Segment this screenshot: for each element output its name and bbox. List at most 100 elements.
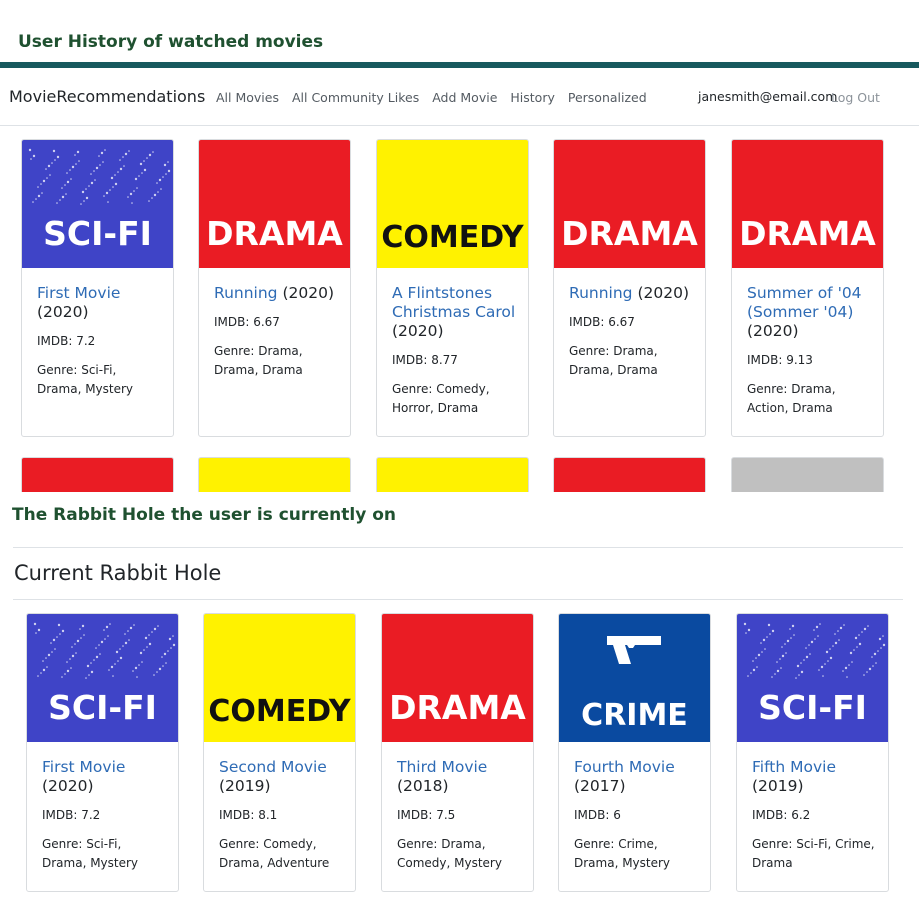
imdb-rating: IMDB: 6.67	[569, 315, 635, 329]
navbar: MovieRecommendations All Movies All Comm…	[0, 68, 919, 126]
movie-year: (2020)	[37, 303, 89, 321]
section-divider	[13, 547, 903, 548]
genre-poster-label: DRAMA	[206, 214, 343, 253]
genre-list: Genre: Sci-Fi, Crime, Drama	[752, 837, 875, 870]
genre-poster[interactable]: DRAMA	[382, 614, 533, 742]
history-movie-card: DRAMA Running (2020) IMDB: 6.67 Genre: Dram…	[198, 139, 351, 437]
history-movie-card: DRAMA Running (2020) IMDB: 6.67 Genre: Dram…	[553, 139, 706, 437]
movie-title: Third Movie (2018)	[397, 758, 521, 796]
card-body: First Movie (2020) IMDB: 7.2 Genre: Sci-Fi…	[27, 742, 178, 883]
genre-poster[interactable]: DRAMA	[554, 140, 705, 268]
movie-title: Running (2020)	[569, 284, 693, 303]
genre-poster-label: SCI-FI	[48, 688, 157, 727]
nav-all-movies[interactable]: All Movies	[216, 90, 279, 105]
history-movie-card: COMEDY A Flintstones Christmas Carol (202…	[376, 139, 529, 437]
imdb-rating: IMDB: 8.77	[392, 353, 458, 367]
movie-year: (2018)	[397, 777, 449, 795]
nav-add-movie[interactable]: Add Movie	[432, 90, 497, 105]
rabbit-hole-movie-card: SCI-FI First Movie (2020) IMDB: 7.2 Genre: …	[26, 613, 179, 892]
movie-title-link[interactable]: Fifth Movie	[752, 758, 836, 776]
history-card-image-partial[interactable]	[731, 457, 884, 493]
genre-poster-label: COMEDY	[208, 694, 351, 729]
history-card-image-partial[interactable]	[553, 457, 706, 493]
card-body: Running (2020) IMDB: 6.67 Genre: Drama, Dr…	[199, 268, 350, 390]
genre-poster[interactable]: DRAMA	[732, 140, 883, 268]
genre-poster-label: SCI-FI	[43, 214, 152, 253]
genre-list: Genre: Comedy, Drama, Adventure	[219, 837, 330, 870]
rabbit-hole-movie-card: CRIME Fourth Movie (2017) IMDB: 6 Genre: Cr…	[558, 613, 711, 892]
nav-history[interactable]: History	[510, 90, 554, 105]
movie-title-link[interactable]: Fourth Movie	[574, 758, 675, 776]
genre-poster-label: DRAMA	[739, 214, 876, 253]
imdb-rating: IMDB: 8.1	[219, 808, 278, 822]
rabbit-hole-caption: The Rabbit Hole the user is currently on	[12, 505, 397, 525]
card-body: First Movie (2020) IMDB: 7.2 Genre: Sci-Fi…	[22, 268, 173, 409]
nav-links: All Movies All Community Likes Add Movie…	[216, 90, 660, 105]
star-speckles	[28, 148, 171, 205]
movie-title: Running (2020)	[214, 284, 338, 303]
user-email: janesmith@email.com	[698, 89, 838, 104]
movie-title-link[interactable]: Running	[569, 284, 633, 302]
movie-title-link[interactable]: Summer of '04 (Sommer '04)	[747, 284, 862, 321]
genre-poster[interactable]: SCI-FI	[27, 614, 178, 742]
imdb-rating: IMDB: 7.2	[42, 808, 101, 822]
genre-list: Genre: Drama, Action, Drama	[747, 382, 836, 415]
gun-icon	[607, 636, 661, 664]
movie-year: (2019)	[219, 777, 271, 795]
movie-year: (2020)	[747, 322, 799, 340]
movie-year: (2020)	[42, 777, 94, 795]
genre-poster-label: COMEDY	[381, 220, 524, 255]
nav-personalized[interactable]: Personalized	[568, 90, 647, 105]
card-body: Summer of '04 (Sommer '04) (2020) IMDB: 9…	[732, 268, 883, 428]
genre-poster-label: DRAMA	[561, 214, 698, 253]
rabbit-hole-movie-card: SCI-FI Fifth Movie (2019) IMDB: 6.2 Genre: …	[736, 613, 889, 892]
section-title: Current Rabbit Hole	[14, 561, 222, 585]
genre-list: Genre: Sci-Fi, Drama, Mystery	[37, 363, 134, 396]
movie-title-link[interactable]: First Movie	[37, 284, 120, 302]
movie-year: (2020)	[392, 322, 444, 340]
nav-all-community-likes[interactable]: All Community Likes	[292, 90, 419, 105]
genre-list: Genre: Sci-Fi, Drama, Mystery	[42, 837, 139, 870]
genre-poster[interactable]: DRAMA	[199, 140, 350, 268]
rabbit-hole-movie-card: DRAMA Third Movie (2018) IMDB: 7.5 Genre: D…	[381, 613, 534, 892]
movie-title-link[interactable]: Running	[214, 284, 278, 302]
imdb-rating: IMDB: 6.2	[752, 808, 811, 822]
brand-link[interactable]: MovieRecommendations	[9, 87, 205, 106]
history-movie-card: DRAMA Summer of '04 (Sommer '04) (2020) IM…	[731, 139, 884, 437]
card-body: Third Movie (2018) IMDB: 7.5 Genre: Drama,…	[382, 742, 533, 883]
movie-year: (2020)	[637, 284, 689, 302]
history-card-image-partial[interactable]	[376, 457, 529, 493]
movie-title-link[interactable]: Third Movie	[397, 758, 487, 776]
logout-link[interactable]: Log Out	[831, 90, 880, 105]
genre-poster[interactable]: COMEDY	[204, 614, 355, 742]
genre-poster-label: DRAMA	[389, 688, 526, 727]
genre-list: Genre: Crime, Drama, Mystery	[574, 837, 671, 870]
history-caption: User History of watched movies	[18, 32, 324, 52]
imdb-rating: IMDB: 7.5	[397, 808, 456, 822]
genre-poster[interactable]: SCI-FI	[22, 140, 173, 268]
card-body: Fourth Movie (2017) IMDB: 6 Genre: Crime, …	[559, 742, 710, 883]
genre-list: Genre: Drama, Drama, Drama	[214, 344, 303, 377]
history-card-image-partial[interactable]	[198, 457, 351, 493]
movie-title-link[interactable]: A Flintstones Christmas Carol	[392, 284, 515, 321]
genre-list: Genre: Drama, Drama, Drama	[569, 344, 658, 377]
movie-year: (2019)	[752, 777, 804, 795]
imdb-rating: IMDB: 6	[574, 808, 621, 822]
genre-poster[interactable]: COMEDY	[377, 140, 528, 268]
genre-list: Genre: Drama, Comedy, Mystery	[397, 837, 502, 870]
movie-year: (2020)	[282, 284, 334, 302]
card-body: Second Movie (2019) IMDB: 8.1 Genre: Comed…	[204, 742, 355, 883]
card-body: Running (2020) IMDB: 6.67 Genre: Drama, Dr…	[554, 268, 705, 390]
section-divider	[13, 599, 903, 600]
rabbit-hole-movie-card: COMEDY Second Movie (2019) IMDB: 8.1 Genre:…	[203, 613, 356, 892]
genre-poster[interactable]: CRIME	[559, 614, 710, 742]
movie-title: Fourth Movie (2017)	[574, 758, 698, 796]
movie-title-link[interactable]: First Movie	[42, 758, 125, 776]
movie-title: Summer of '04 (Sommer '04) (2020)	[747, 284, 871, 341]
history-card-image-partial[interactable]	[21, 457, 174, 493]
history-movie-card: SCI-FI First Movie (2020) IMDB: 7.2 Genre: …	[21, 139, 174, 437]
movie-title-link[interactable]: Second Movie	[219, 758, 327, 776]
movie-year: (2017)	[574, 777, 626, 795]
genre-poster-label: SCI-FI	[758, 688, 867, 727]
genre-poster[interactable]: SCI-FI	[737, 614, 888, 742]
